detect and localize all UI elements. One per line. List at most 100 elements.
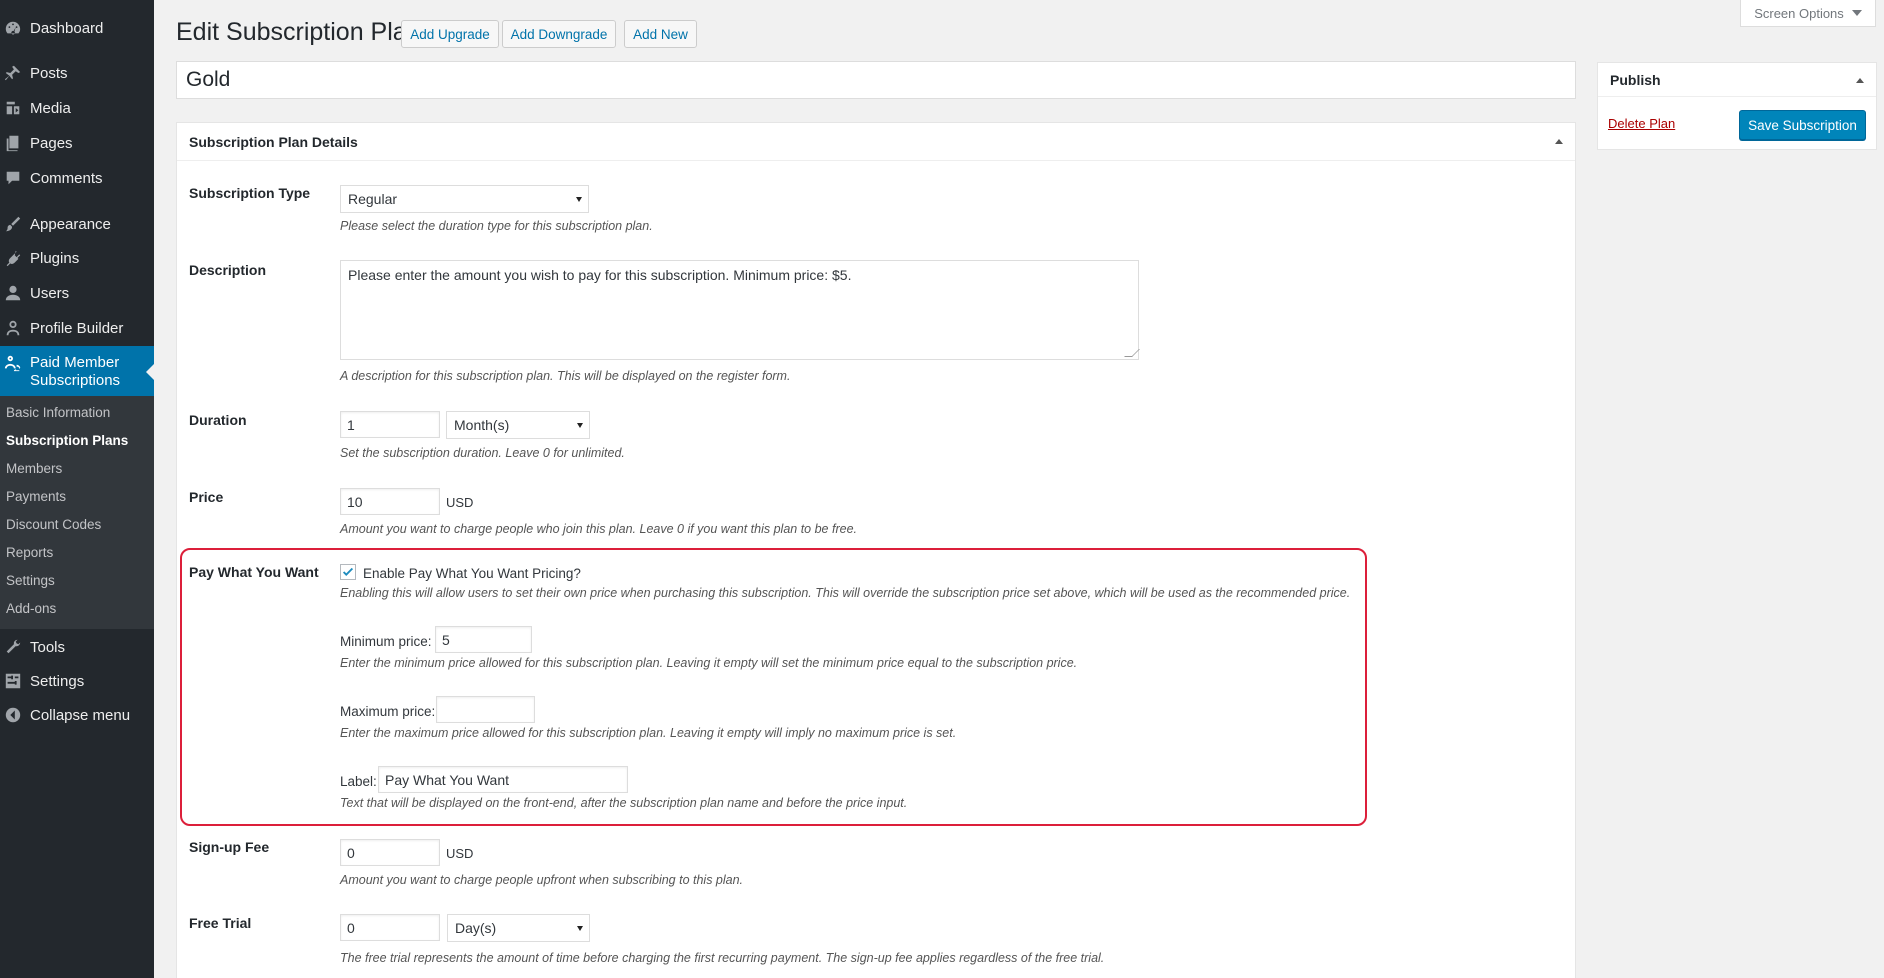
menu-item-collapse[interactable]: Collapse menu: [0, 700, 154, 730]
pwyw-max-label: Maximum price:: [340, 704, 436, 719]
free-trial-desc: The free trial represents the amount of …: [340, 951, 1105, 965]
submenu-item-members[interactable]: Members: [6, 461, 62, 476]
publish-box-header[interactable]: Publish: [1598, 63, 1876, 97]
plan-title-input[interactable]: Gold: [176, 61, 1576, 99]
delete-plan-link[interactable]: Delete Plan: [1608, 116, 1675, 131]
pwyw-label-input[interactable]: Pay What You Want: [378, 766, 628, 793]
price-desc: Amount you want to charge people who joi…: [340, 522, 857, 536]
signup-fee-input[interactable]: 0: [340, 839, 440, 866]
pwyw-checkbox-label: Enable Pay What You Want Pricing?: [363, 566, 581, 581]
free-trial-value: 0: [347, 919, 355, 936]
add-new-button[interactable]: Add New: [624, 20, 697, 48]
menu-label: Posts: [30, 64, 68, 82]
save-subscription-button[interactable]: Save Subscription: [1739, 110, 1866, 140]
chevron-down-icon: [577, 423, 583, 428]
user-icon: [3, 284, 23, 302]
menu-item-dashboard[interactable]: Dashboard: [0, 13, 154, 43]
submenu-item-subscription-plans[interactable]: Subscription Plans: [6, 433, 128, 448]
signup-fee-currency: USD: [446, 846, 474, 861]
menu-item-tools[interactable]: Tools: [0, 632, 154, 662]
menu-label: Paid Member Subscriptions: [30, 354, 121, 389]
submenu-item-discount-codes[interactable]: Discount Codes: [6, 517, 101, 532]
price-input[interactable]: 10: [340, 488, 440, 515]
pwyw-min-input[interactable]: 5: [435, 626, 532, 653]
submenu-item-basic-information[interactable]: Basic Information: [6, 405, 110, 420]
page-title: Edit Subscription Plan: [176, 18, 421, 46]
brush-icon: [3, 215, 23, 233]
screen-options-button[interactable]: Screen Options: [1740, 0, 1876, 27]
menu-item-profile-builder[interactable]: Profile Builder: [0, 313, 154, 343]
menu-label: Pages: [30, 134, 73, 152]
admin-sidebar: Dashboard Posts Media Pages Comments App…: [0, 0, 154, 978]
plan-title-value: Gold: [186, 68, 231, 91]
toggle-arrow-icon[interactable]: [1555, 139, 1563, 144]
details-box-header[interactable]: Subscription Plan Details: [177, 123, 1575, 161]
duration-desc: Set the subscription duration. Leave 0 f…: [340, 446, 625, 460]
description-label: Description: [189, 262, 267, 278]
pin-icon: [3, 64, 23, 82]
submenu-item-payments[interactable]: Payments: [6, 489, 66, 504]
members-icon: [3, 354, 23, 372]
menu-item-users[interactable]: Users: [0, 278, 154, 308]
menu-label: Users: [30, 284, 70, 302]
duration-unit-select[interactable]: Month(s): [446, 411, 590, 439]
pwyw-label-desc: Text that will be displayed on the front…: [340, 796, 908, 810]
menu-label: Dashboard: [30, 19, 104, 37]
pwyw-label-value: Pay What You Want: [385, 771, 509, 788]
chevron-down-icon: [1851, 10, 1862, 16]
free-trial-input[interactable]: 0: [340, 914, 440, 941]
submenu-item-reports[interactable]: Reports: [6, 545, 53, 560]
description-textarea[interactable]: Please enter the amount you wish to pay …: [340, 260, 1140, 360]
menu-label: Tools: [30, 638, 66, 656]
screen-options-label: Screen Options: [1754, 5, 1844, 21]
menu-item-appearance[interactable]: Appearance: [0, 209, 154, 239]
menu-item-posts[interactable]: Posts: [0, 58, 154, 88]
checkmark-icon: [342, 567, 354, 576]
pwyw-min-desc: Enter the minimum price allowed for this…: [340, 656, 1078, 670]
duration-value: 1: [347, 416, 355, 433]
description-value: Please enter the amount you wish to pay …: [348, 267, 852, 283]
pwyw-text-label: Label:: [340, 774, 377, 789]
pwyw-min-label: Minimum price:: [340, 634, 432, 649]
menu-item-comments[interactable]: Comments: [0, 163, 154, 193]
menu-item-plugins[interactable]: Plugins: [0, 243, 154, 273]
collapse-icon: [3, 706, 23, 724]
subscription-type-desc: Please select the duration type for this…: [340, 219, 653, 233]
price-label: Price: [189, 489, 224, 505]
menu-label: Plugins: [30, 249, 80, 267]
description-desc: A description for this subscription plan…: [340, 369, 791, 383]
subscription-type-select[interactable]: Regular: [340, 185, 589, 213]
pwyw-max-input[interactable]: [436, 696, 535, 723]
free-trial-unit-select[interactable]: Day(s): [447, 914, 590, 942]
submenu-item-add-ons[interactable]: Add-ons: [6, 601, 56, 616]
add-upgrade-button[interactable]: Add Upgrade: [401, 20, 499, 48]
menu-item-paid-member-subscriptions[interactable]: Paid Member Subscriptions: [0, 346, 154, 396]
add-downgrade-button[interactable]: Add Downgrade: [502, 20, 616, 48]
menu-label: Settings: [30, 672, 85, 690]
menu-label: Profile Builder: [30, 319, 124, 337]
duration-input[interactable]: 1: [340, 411, 440, 438]
sliders-icon: [3, 672, 23, 690]
chevron-down-icon: [577, 926, 583, 931]
submenu-item-settings[interactable]: Settings: [6, 573, 55, 588]
signup-fee-label: Sign-up Fee: [189, 839, 270, 855]
menu-label: Appearance: [30, 215, 111, 233]
pwyw-checkbox-desc: Enabling this will allow users to set th…: [340, 586, 1351, 600]
menu-item-pages[interactable]: Pages: [0, 128, 154, 158]
publish-box-title: Publish: [1610, 71, 1661, 88]
pwyw-enable-checkbox[interactable]: [340, 564, 356, 580]
price-currency: USD: [446, 495, 474, 510]
media-icon: [3, 99, 23, 117]
plug-icon: [3, 249, 23, 267]
pwyw-label: Pay What You Want: [189, 564, 319, 580]
publish-box: Publish Delete Plan Save Subscription: [1597, 62, 1877, 150]
resize-handle-icon[interactable]: [1124, 349, 1140, 357]
menu-item-settings[interactable]: Settings: [0, 666, 154, 696]
signup-fee-value: 0: [347, 844, 355, 861]
menu-item-media[interactable]: Media: [0, 93, 154, 123]
toggle-arrow-icon[interactable]: [1856, 78, 1864, 83]
duration-unit-value: Month(s): [454, 417, 510, 433]
comment-icon: [3, 169, 23, 187]
profile-icon: [3, 319, 23, 337]
menu-label: Media: [30, 99, 71, 117]
